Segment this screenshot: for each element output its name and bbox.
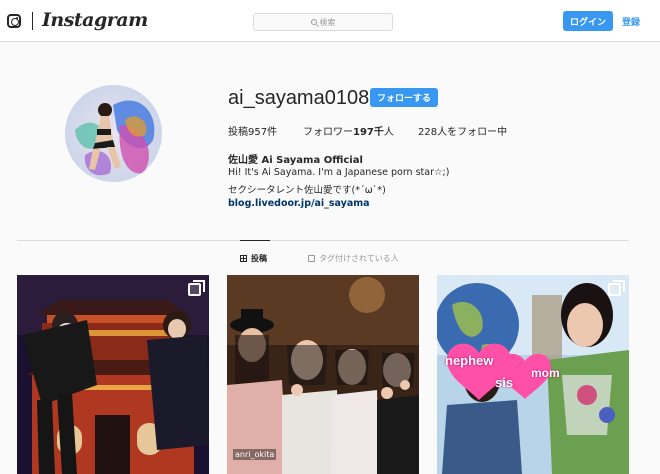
top-navigation-bar: Instagram 検索 ログイン 登録	[0, 0, 660, 42]
tab-tagged[interactable]: タグ付けされている人	[308, 253, 399, 264]
multiple-photos-icon	[188, 280, 205, 296]
tagged-icon	[308, 255, 315, 262]
followers-number: 197千	[353, 127, 384, 138]
post-thumbnail[interactable]	[17, 275, 209, 474]
follow-button[interactable]: フォローする	[370, 88, 438, 107]
tab-posts-label: 投稿	[251, 254, 267, 263]
search-placeholder: 検索	[319, 17, 336, 27]
sticker-mom: mom	[531, 366, 560, 380]
bio-line-1: Hi! It's Ai Sayama. I'm a Japanese porn …	[228, 167, 450, 178]
posts-count: 投稿957件	[228, 127, 278, 138]
profile-avatar[interactable]	[65, 85, 162, 182]
grid-icon	[240, 255, 247, 262]
avatar-image	[65, 85, 162, 182]
login-button[interactable]: ログイン	[563, 11, 613, 31]
active-tab-indicator	[240, 240, 270, 241]
instagram-camera-icon[interactable]	[7, 14, 21, 28]
bio-full-name: 佐山愛 Ai Sayama Official	[228, 155, 363, 166]
tab-posts[interactable]: 投稿	[240, 253, 267, 264]
signup-link[interactable]: 登録	[622, 15, 640, 28]
multiple-photos-icon	[608, 280, 625, 296]
post-image-group	[227, 275, 419, 474]
followers-prefix: フォロワー	[303, 127, 353, 138]
bio-website-link[interactable]: blog.livedoor.jp/ai_sayama	[228, 198, 370, 209]
search-icon	[310, 19, 317, 25]
instagram-wordmark[interactable]: Instagram	[42, 9, 148, 31]
tabs-divider	[17, 240, 629, 241]
sticker-sis: sis	[495, 375, 514, 390]
post-image-temple-night	[17, 275, 209, 474]
post-thumbnail[interactable]: anri_okita	[227, 275, 419, 474]
followers-count[interactable]: フォロワー197千人	[303, 123, 394, 138]
followers-suffix: 人	[383, 127, 394, 138]
sticker-nephew: nephew	[445, 353, 494, 368]
post-thumbnail[interactable]: nephew sis mom	[437, 275, 629, 474]
tab-tagged-label: タグ付けされている人	[319, 254, 399, 263]
bio-line-2: セクシータレント佐山愛です(*´ω`*)	[228, 185, 386, 196]
following-count[interactable]: 228人をフォロー中	[418, 123, 507, 138]
search-input[interactable]: 検索	[253, 13, 393, 31]
photo-tag-caption: anri_okita	[233, 449, 277, 460]
logo-divider	[32, 12, 33, 30]
profile-username: ai_sayama0108	[228, 87, 370, 109]
